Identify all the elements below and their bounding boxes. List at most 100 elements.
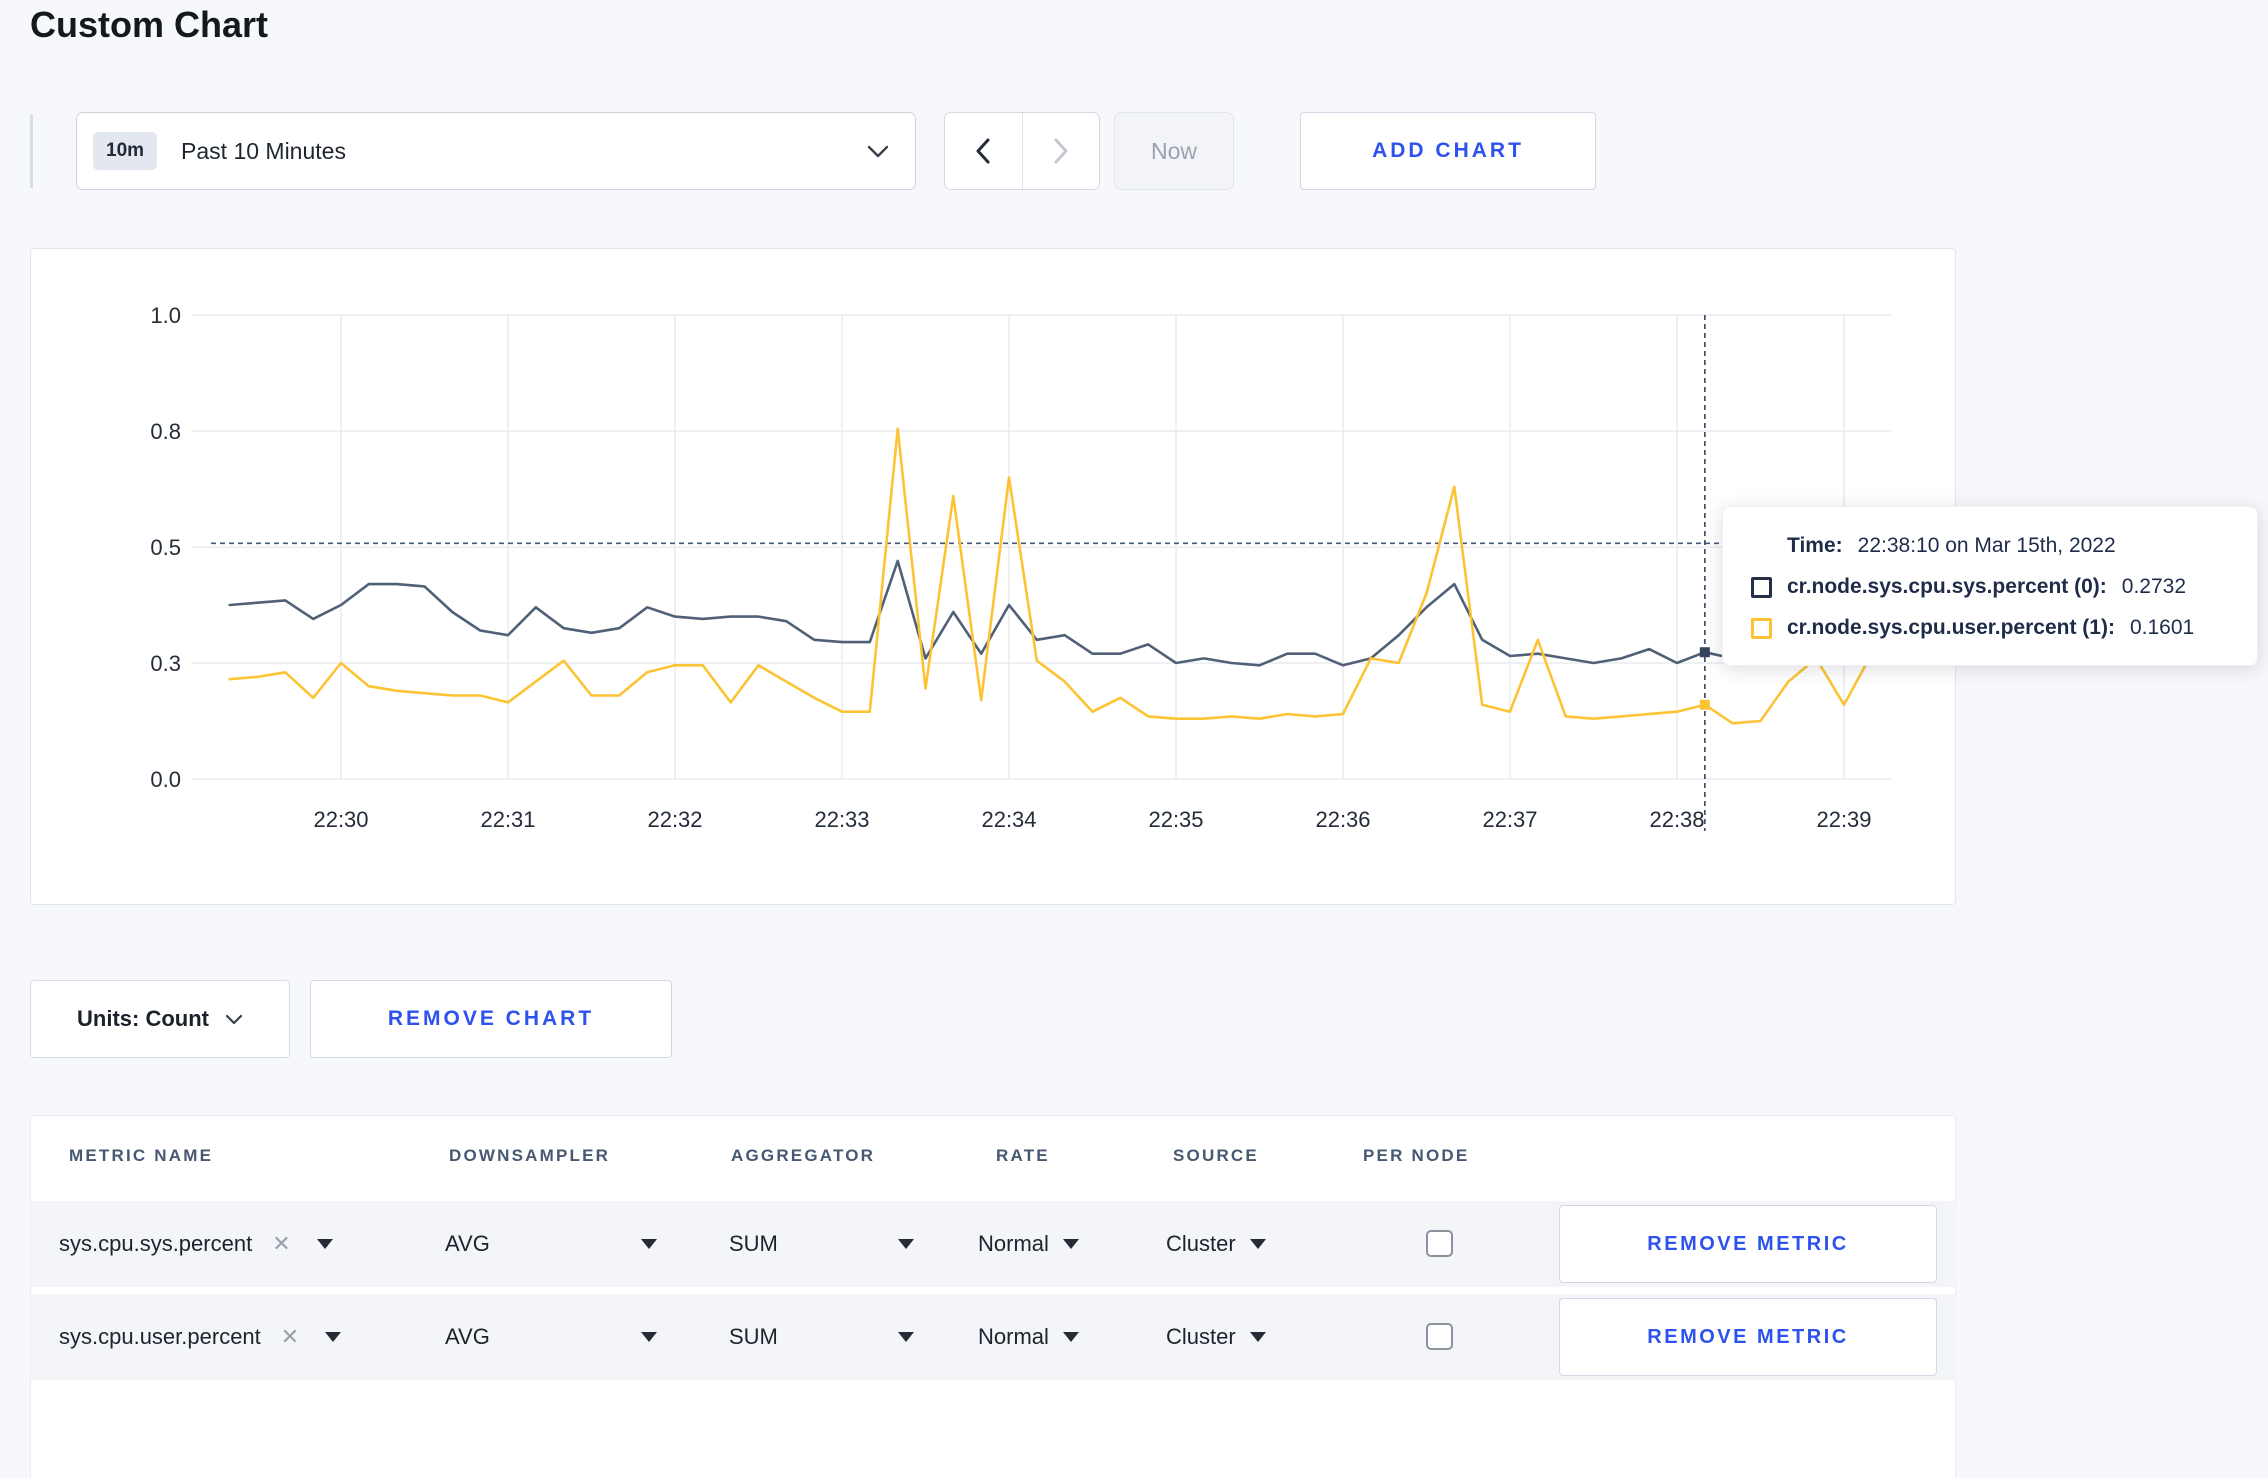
source-value: Cluster: [1166, 1324, 1236, 1349]
tooltip-series-row: cr.node.sys.cpu.user.percent (1): 0.1601: [1751, 616, 2227, 640]
series-line-cr.node.sys.cpu.sys.percent: [228, 559, 1874, 667]
series-swatch-icon: [1751, 617, 1772, 639]
source-select[interactable]: Cluster: [1166, 1201, 1266, 1287]
y-tick-label: 0.3: [150, 651, 181, 676]
metric-name-dropdown[interactable]: sys.cpu.user.percent ✕: [59, 1294, 342, 1380]
caret-down-icon: [898, 1239, 914, 1249]
tooltip-series-name: cr.node.sys.cpu.sys.percent (0):: [1787, 575, 2107, 598]
next-range-button[interactable]: [1023, 113, 1100, 189]
x-tick-label: 22:37: [1482, 807, 1537, 832]
caret-down-icon: [1062, 1239, 1079, 1249]
metric-name-label: sys.cpu.sys.percent: [59, 1231, 253, 1256]
chevron-left-icon: [976, 138, 990, 164]
column-header-per-node: PER NODE: [1363, 1146, 1470, 1165]
series-line-cr.node.sys.cpu.user.percent: [228, 427, 1874, 725]
source-select[interactable]: Cluster: [1166, 1294, 1266, 1380]
metric-name-label: sys.cpu.user.percent: [59, 1324, 261, 1349]
time-range-pager: [944, 112, 1100, 190]
chevron-down-icon: [225, 1014, 243, 1024]
per-node-checkbox[interactable]: [1426, 1323, 1453, 1350]
x-tick-label: 22:38: [1649, 807, 1704, 832]
x-tick-label: 22:31: [480, 807, 535, 832]
chart-card: 0.0 0.3 0.5 0.8 1.0 22:30 22:31 22:32 22:33 22:34…: [30, 248, 1956, 905]
x-tick-label: 22:39: [1816, 807, 1871, 832]
crosshair-marker: [1699, 699, 1710, 710]
time-scale-dropdown[interactable]: 10m Past 10 Minutes: [76, 112, 916, 190]
now-button[interactable]: Now: [1114, 112, 1234, 190]
tooltip-series-value: 0.2732: [2121, 575, 2187, 598]
remove-chart-button[interactable]: REMOVE CHART: [310, 980, 672, 1058]
units-dropdown[interactable]: Units: Count: [30, 980, 290, 1058]
aggregator-value: SUM: [729, 1231, 778, 1256]
downsampler-value: AVG: [445, 1231, 490, 1256]
tooltip-series-row: cr.node.sys.cpu.sys.percent (0): 0.2732: [1751, 575, 2227, 599]
rate-select[interactable]: Normal: [978, 1201, 1079, 1287]
rate-value: Normal: [978, 1324, 1049, 1349]
units-label: Units: Count: [77, 1006, 209, 1031]
caret-down-icon: [641, 1239, 657, 1249]
y-tick-label: 0.8: [150, 419, 181, 444]
tooltip-series-name: cr.node.sys.cpu.user.percent (1):: [1787, 616, 2115, 639]
x-tick-label: 22:34: [981, 807, 1036, 832]
downsampler-caret[interactable]: [641, 1294, 657, 1380]
x-tick-label: 22:36: [1315, 807, 1370, 832]
y-tick-label: 0.0: [150, 767, 181, 792]
column-header-rate: RATE: [996, 1146, 1050, 1165]
downsampler-select[interactable]: AVG: [445, 1294, 490, 1380]
metric-row: sys.cpu.user.percent ✕ AVG SUM Normal Cl…: [31, 1294, 1957, 1380]
metrics-table: METRIC NAME DOWNSAMPLER AGGREGATOR RATE …: [30, 1115, 1957, 1478]
clear-metric-icon[interactable]: ✕: [281, 1324, 299, 1350]
tooltip-time-value: 22:38:10 on Mar 15th, 2022: [1857, 534, 2116, 557]
aggregator-value: SUM: [729, 1324, 778, 1349]
per-node-checkbox[interactable]: [1426, 1230, 1453, 1257]
crosshair-marker: [1699, 647, 1710, 658]
caret-down-icon: [898, 1332, 914, 1342]
column-header-metric-name: METRIC NAME: [69, 1146, 214, 1165]
time-scale-badge: 10m: [93, 132, 158, 170]
y-tick-label: 1.0: [150, 303, 181, 328]
timeseries-chart[interactable]: 0.0 0.3 0.5 0.8 1.0 22:30 22:31 22:32 22:33 22:34…: [31, 249, 1957, 906]
caret-down-icon: [1249, 1332, 1266, 1342]
downsampler-value: AVG: [445, 1324, 490, 1349]
remove-metric-button[interactable]: REMOVE METRIC: [1559, 1298, 1937, 1376]
time-scale-label: Past 10 Minutes: [181, 137, 346, 164]
toolbar-divider: [30, 114, 33, 188]
x-tick-label: 22:35: [1148, 807, 1203, 832]
chart-tooltip: Time: 22:38:10 on Mar 15th, 2022 cr.node…: [1722, 506, 2258, 666]
caret-down-icon: [1062, 1332, 1079, 1342]
add-chart-button[interactable]: ADD CHART: [1300, 112, 1596, 190]
caret-down-icon: [325, 1332, 342, 1342]
series-swatch-icon: [1751, 576, 1772, 598]
column-header-downsampler: DOWNSAMPLER: [449, 1146, 611, 1165]
metric-row: sys.cpu.sys.percent ✕ AVG SUM Normal Clu…: [31, 1201, 1957, 1287]
clear-metric-icon[interactable]: ✕: [272, 1231, 290, 1257]
aggregator-select[interactable]: SUM: [729, 1294, 778, 1380]
aggregator-select[interactable]: SUM: [729, 1201, 778, 1287]
column-header-source: SOURCE: [1173, 1146, 1259, 1165]
caret-down-icon: [641, 1332, 657, 1342]
x-tick-label: 22:30: [313, 807, 368, 832]
tooltip-time-row: Time: 22:38:10 on Mar 15th, 2022: [1751, 534, 2227, 558]
chevron-right-icon: [1054, 138, 1068, 164]
chevron-down-icon: [867, 145, 889, 157]
caret-down-icon: [316, 1239, 333, 1249]
x-tick-label: 22:33: [814, 807, 869, 832]
rate-select[interactable]: Normal: [978, 1294, 1079, 1380]
downsampler-caret[interactable]: [641, 1201, 657, 1287]
rate-value: Normal: [978, 1231, 1049, 1256]
page-title: Custom Chart: [30, 4, 269, 45]
column-header-aggregator: AGGREGATOR: [731, 1146, 876, 1165]
metric-name-dropdown[interactable]: sys.cpu.sys.percent ✕: [59, 1201, 333, 1287]
caret-down-icon: [1249, 1239, 1266, 1249]
tooltip-time-label: Time:: [1787, 534, 1843, 557]
tooltip-series-value: 0.1601: [2129, 616, 2195, 639]
downsampler-select[interactable]: AVG: [445, 1201, 490, 1287]
y-tick-label: 0.5: [150, 535, 181, 560]
aggregator-caret[interactable]: [898, 1201, 914, 1287]
aggregator-caret[interactable]: [898, 1294, 914, 1380]
remove-metric-button[interactable]: REMOVE METRIC: [1559, 1205, 1937, 1283]
source-value: Cluster: [1166, 1231, 1236, 1256]
prev-range-button[interactable]: [945, 113, 1023, 189]
custom-chart-page: Custom Chart 10m Past 10 Minutes Now ADD…: [0, 0, 2268, 1478]
x-tick-label: 22:32: [647, 807, 702, 832]
